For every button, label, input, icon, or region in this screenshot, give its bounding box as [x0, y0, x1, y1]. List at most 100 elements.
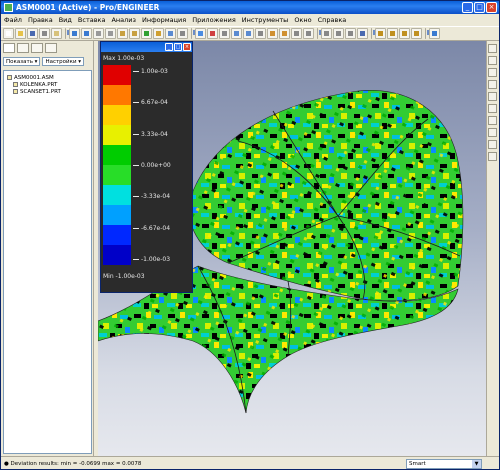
- menu-item[interactable]: Инструменты: [242, 16, 289, 24]
- zoom-in-icon[interactable]: [231, 28, 242, 39]
- select-box-icon[interactable]: [177, 28, 188, 39]
- tree-item[interactable]: KOLENKA.PRT: [7, 81, 88, 88]
- create-component-icon[interactable]: [488, 152, 497, 161]
- main-toolbar: [1, 26, 499, 41]
- color-band: [103, 205, 131, 225]
- color-band: [103, 225, 131, 245]
- view-manager-icon[interactable]: [303, 28, 314, 39]
- model-tree-icon[interactable]: [153, 28, 164, 39]
- shading-icon[interactable]: [357, 28, 368, 39]
- datum-plane-icon[interactable]: [488, 56, 497, 65]
- new-file-icon[interactable]: [3, 28, 14, 39]
- refit-icon[interactable]: [255, 28, 266, 39]
- legend-minimize-button[interactable]: _: [165, 43, 173, 51]
- paste-special-icon[interactable]: [129, 28, 140, 39]
- saved-views-icon[interactable]: [279, 28, 290, 39]
- favorites-tab[interactable]: [31, 43, 43, 53]
- folder-browser-tab[interactable]: [17, 43, 29, 53]
- scale-tick-label: 0.00e+00: [141, 162, 171, 169]
- orient-icon[interactable]: [219, 28, 230, 39]
- toolbar-separator: [65, 28, 72, 39]
- zoom-out-icon[interactable]: [243, 28, 254, 39]
- tree-item[interactable]: SCANSET1.PRT: [7, 88, 88, 95]
- scale-tick-label: -6.67e-04: [141, 224, 171, 232]
- datum-curve-icon[interactable]: [488, 80, 497, 89]
- show-button[interactable]: Показать ▾: [3, 57, 41, 66]
- close-button[interactable]: ×: [486, 2, 497, 13]
- copy-icon[interactable]: [105, 28, 116, 39]
- reorient-icon[interactable]: [267, 28, 278, 39]
- color-band: [103, 125, 131, 145]
- title-bar: ASM0001 (Active) - Pro/ENGINEER _ □ ×: [1, 1, 499, 14]
- model-tree: ASM0001.ASM KOLENKA.PRT SCANSET1.PRT: [3, 70, 92, 454]
- analysis-icon[interactable]: [488, 116, 497, 125]
- search-icon[interactable]: [165, 28, 176, 39]
- tree-item[interactable]: ASM0001.ASM: [7, 74, 88, 81]
- paste-icon[interactable]: [117, 28, 128, 39]
- toolbar-separator: [425, 28, 432, 39]
- scale-tick: [133, 259, 139, 260]
- wireframe-icon[interactable]: [321, 28, 332, 39]
- selection-filter-value: Smart: [409, 461, 426, 467]
- menu-item[interactable]: Справка: [318, 16, 347, 24]
- help-icon[interactable]: [429, 28, 440, 39]
- repaint-icon[interactable]: [195, 28, 206, 39]
- legend-close-button[interactable]: ×: [183, 43, 191, 51]
- scale-tick: [133, 165, 139, 166]
- point-display-icon[interactable]: [399, 28, 410, 39]
- model-tree-tab[interactable]: [3, 43, 15, 53]
- hidden-line-icon[interactable]: [333, 28, 344, 39]
- color-band: [103, 145, 131, 165]
- menu-item[interactable]: Файл: [4, 16, 22, 24]
- layers-icon[interactable]: [291, 28, 302, 39]
- csys-display-icon[interactable]: [411, 28, 422, 39]
- no-hidden-icon[interactable]: [345, 28, 356, 39]
- datum-axes-icon[interactable]: [387, 28, 398, 39]
- legend-min-label: Min -1.00e-03: [103, 273, 145, 280]
- redo-icon[interactable]: [81, 28, 92, 39]
- datum-point-icon[interactable]: [488, 92, 497, 101]
- scale-tick-label: -1.00e-03: [141, 256, 171, 263]
- menu-item[interactable]: Вставка: [78, 16, 106, 24]
- menu-item[interactable]: Приложения: [192, 16, 236, 24]
- color-band: [103, 185, 131, 205]
- save-icon[interactable]: [27, 28, 38, 39]
- email-icon[interactable]: [51, 28, 62, 39]
- part-icon: [13, 89, 18, 94]
- connections-tab[interactable]: [45, 43, 57, 53]
- legend-maximize-button[interactable]: □: [174, 43, 182, 51]
- assembly-icon: [7, 75, 12, 80]
- menu-item[interactable]: Вид: [59, 16, 72, 24]
- settings-button[interactable]: Настройки ▾: [42, 57, 85, 66]
- color-band: [103, 65, 131, 85]
- menu-item[interactable]: Анализ: [111, 16, 136, 24]
- print-icon[interactable]: [39, 28, 50, 39]
- minimize-button[interactable]: _: [462, 2, 473, 13]
- undo-icon[interactable]: [69, 28, 80, 39]
- regenerate-icon[interactable]: [141, 28, 152, 39]
- cut-icon[interactable]: [93, 28, 104, 39]
- maximize-button[interactable]: □: [474, 2, 485, 13]
- toolbar-separator: [317, 28, 324, 39]
- menu-bar: Файл Правка Вид Вставка Анализ Информация Прил…: [1, 14, 499, 26]
- menu-item[interactable]: Правка: [28, 16, 53, 24]
- menu-item[interactable]: Информация: [142, 16, 186, 24]
- selection-filter-dropdown[interactable]: Smart ▼: [406, 459, 482, 469]
- legend-max-label: Max 1.00e-03: [103, 55, 145, 62]
- color-band: [103, 165, 131, 185]
- spin-center-icon[interactable]: [207, 28, 218, 39]
- menu-item[interactable]: Окно: [294, 16, 311, 24]
- sketch-icon[interactable]: [488, 44, 497, 53]
- legend-body: Max 1.00e-03 1.00e-03 6.67e-04 3.33e-04 0.0…: [101, 52, 192, 292]
- csys-icon[interactable]: [488, 104, 497, 113]
- open-file-icon[interactable]: [15, 28, 26, 39]
- annotation-icon[interactable]: [488, 128, 497, 137]
- assemble-icon[interactable]: [488, 140, 497, 149]
- datum-axis-icon[interactable]: [488, 68, 497, 77]
- datum-planes-icon[interactable]: [375, 28, 386, 39]
- app-icon: [4, 3, 13, 12]
- color-band: [103, 85, 131, 105]
- scale-tick-label: 1.00e-03: [141, 68, 168, 75]
- scale-tick-label: -3.33e-04: [141, 193, 171, 201]
- part-icon: [13, 82, 18, 87]
